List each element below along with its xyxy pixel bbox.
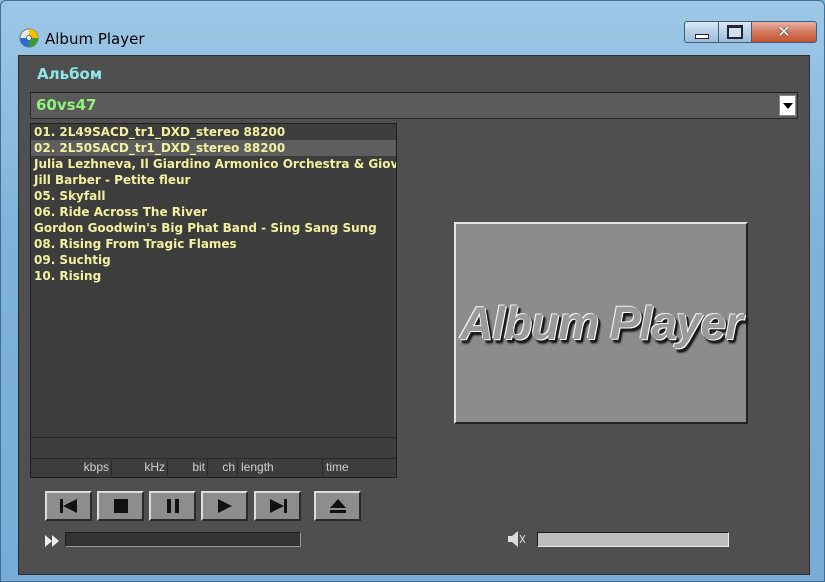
pause-icon: [166, 499, 179, 513]
volume-slider[interactable]: [537, 532, 729, 547]
app-icon: [19, 28, 39, 48]
app-window: Album Player ✕ Альбом 60vs47 01. 2L49SAC…: [0, 0, 825, 582]
stat-length: length: [238, 459, 323, 477]
track-item[interactable]: Gordon Goodwin's Big Phat Band - Sing Sa…: [31, 220, 396, 236]
next-button[interactable]: [254, 491, 301, 521]
stat-channels: ch: [208, 459, 238, 477]
maximize-button[interactable]: [718, 21, 752, 43]
stop-icon: [113, 499, 128, 513]
track-items: 01. 2L49SACD_tr1_DXD_stereo 88200 02. 2L5…: [31, 124, 396, 284]
fast-forward-icon: [45, 535, 59, 547]
speaker-icon[interactable]: [507, 530, 527, 548]
album-dropdown-button[interactable]: [779, 95, 796, 116]
track-info-bar: [31, 437, 396, 459]
eject-button[interactable]: [314, 491, 361, 521]
track-item[interactable]: 06. Ride Across The River: [31, 204, 396, 220]
play-icon: [217, 499, 232, 513]
track-item[interactable]: 01. 2L49SACD_tr1_DXD_stereo 88200: [31, 124, 396, 140]
stat-time: time: [326, 460, 349, 474]
stat-bit: bit: [168, 459, 208, 477]
minimize-button[interactable]: [684, 21, 719, 43]
window-title: Album Player: [45, 30, 145, 48]
previous-button[interactable]: [45, 491, 92, 521]
close-icon: ✕: [777, 22, 791, 41]
album-select-value: 60vs47: [36, 96, 97, 114]
track-item[interactable]: 02. 2L50SACD_tr1_DXD_stereo 88200: [31, 140, 396, 156]
pause-button[interactable]: [149, 491, 196, 521]
chevron-down-icon: [782, 102, 793, 109]
track-item[interactable]: Julia Lezhneva, Il Giardino Armonico Orc…: [31, 156, 396, 172]
track-item[interactable]: 10. Rising: [31, 268, 396, 284]
track-list[interactable]: 01. 2L49SACD_tr1_DXD_stereo 88200 02. 2L5…: [30, 123, 397, 478]
stream-stats-bar: kbps kHz bit ch length time: [31, 458, 396, 477]
seek-bar[interactable]: [65, 532, 301, 547]
track-item[interactable]: 08. Rising From Tragic Flames: [31, 236, 396, 252]
eject-icon: [329, 499, 346, 513]
album-select[interactable]: 60vs47: [30, 92, 798, 119]
stop-button[interactable]: [97, 491, 144, 521]
minimize-icon: [694, 33, 709, 39]
stat-kbps: kbps: [31, 459, 112, 477]
maximize-icon: [727, 25, 743, 39]
stat-khz: kHz: [112, 459, 168, 477]
album-label: Альбом: [37, 65, 103, 83]
track-item[interactable]: 09. Suchtig: [31, 252, 396, 268]
skip-previous-icon: [59, 499, 77, 513]
skip-next-icon: [269, 499, 287, 513]
track-item[interactable]: 05. Skyfall: [31, 188, 396, 204]
player-panel: Альбом 60vs47 01. 2L49SACD_tr1_DXD_stere…: [18, 55, 810, 575]
artwork-logo-text: Album Player: [460, 297, 743, 349]
close-button[interactable]: ✕: [751, 21, 817, 43]
play-button[interactable]: [201, 491, 248, 521]
track-item[interactable]: Jill Barber - Petite fleur: [31, 172, 396, 188]
album-artwork: Album Player: [454, 222, 748, 424]
